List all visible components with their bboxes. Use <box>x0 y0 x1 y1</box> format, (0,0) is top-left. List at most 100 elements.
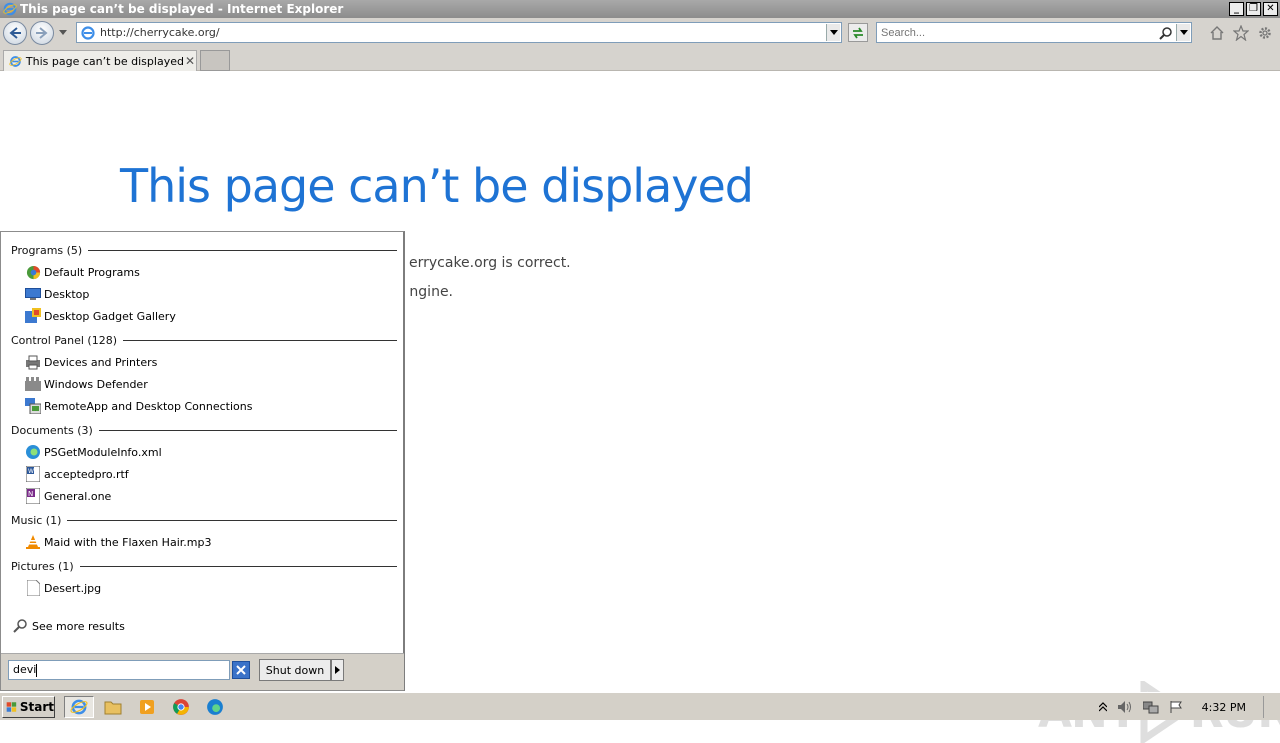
result-label: Maid with the Flaxen Hair.mp3 <box>44 535 212 549</box>
shutdown-button[interactable]: Shut down <box>259 659 331 681</box>
gadget-gallery-icon <box>25 308 41 324</box>
result-label: Desktop <box>44 287 90 301</box>
start-search-value: devi <box>13 663 37 676</box>
tools-button[interactable] <box>1256 24 1274 42</box>
edge-icon <box>207 699 223 715</box>
favorites-button[interactable] <box>1232 24 1250 42</box>
group-control-panel: Control Panel (128) <box>11 332 397 348</box>
see-more-label: See more results <box>32 619 125 633</box>
printer-icon <box>25 354 41 370</box>
refresh-icon <box>853 27 863 38</box>
tab-close-icon[interactable]: ✕ <box>184 54 196 68</box>
forward-button[interactable] <box>30 21 54 45</box>
history-dropdown[interactable] <box>57 27 69 39</box>
search-input[interactable] <box>877 26 1159 39</box>
taskbar-media-player[interactable] <box>132 696 162 718</box>
speaker-icon <box>1117 701 1131 713</box>
vlc-cone-icon <box>25 534 41 550</box>
search-icon <box>13 619 27 633</box>
result-remoteapp[interactable]: RemoteApp and Desktop Connections <box>25 397 252 415</box>
error-page-title: This page can’t be displayed <box>120 159 754 213</box>
taskbar-chrome[interactable] <box>166 696 196 718</box>
result-label: PSGetModuleInfo.xml <box>44 445 162 459</box>
start-menu: Programs (5) Default Programs Desktop De… <box>0 231 405 691</box>
search-provider-dropdown[interactable] <box>1176 24 1190 41</box>
chevron-down-icon <box>1179 29 1188 35</box>
search-box[interactable] <box>876 22 1192 43</box>
image-file-icon <box>25 580 41 596</box>
show-desktop-button[interactable] <box>1263 696 1275 718</box>
home-button[interactable] <box>1208 24 1226 42</box>
volume-button[interactable] <box>1117 700 1133 714</box>
group-pictures: Pictures (1) <box>11 558 397 574</box>
restore-button[interactable]: ❐ <box>1246 2 1261 16</box>
result-label: Windows Defender <box>44 377 148 391</box>
minimize-button[interactable]: _ <box>1229 2 1244 16</box>
result-label: acceptedpro.rtf <box>44 467 129 481</box>
taskbar-file-explorer[interactable] <box>98 696 128 718</box>
media-player-icon <box>140 700 154 714</box>
close-icon <box>236 665 246 675</box>
address-url[interactable]: http://cherrycake.org/ <box>100 26 826 39</box>
action-center-button[interactable] <box>1169 700 1183 714</box>
remoteapp-icon <box>25 398 41 414</box>
result-label: Devices and Printers <box>44 355 158 369</box>
result-acceptedpro[interactable]: W acceptedpro.rtf <box>25 465 129 483</box>
chevron-down-icon <box>829 29 838 35</box>
back-button[interactable] <box>3 21 27 45</box>
start-button[interactable]: Start <box>2 696 55 718</box>
taskbar-edge[interactable] <box>200 696 230 718</box>
windows-logo-icon <box>6 702 17 712</box>
internet-explorer-icon <box>3 2 17 16</box>
result-psgetmoduleinfo[interactable]: PSGetModuleInfo.xml <box>25 443 162 461</box>
shutdown-options-button[interactable] <box>331 659 344 681</box>
internet-explorer-icon <box>70 699 88 715</box>
result-maid-with-the-flaxen-hair[interactable]: Maid with the Flaxen Hair.mp3 <box>25 533 211 551</box>
svg-text:N: N <box>28 490 33 498</box>
refresh-button[interactable] <box>848 23 868 42</box>
edge-file-icon <box>25 444 41 460</box>
new-tab-button[interactable] <box>200 50 230 71</box>
word-document-icon: W <box>25 466 41 482</box>
clear-search-button[interactable] <box>232 661 250 679</box>
default-programs-icon <box>25 264 41 280</box>
command-icons <box>1208 24 1274 42</box>
result-desktop[interactable]: Desktop <box>25 285 89 303</box>
windows-defender-icon <box>25 376 41 392</box>
address-dropdown[interactable] <box>826 24 840 41</box>
result-label: General.one <box>44 489 112 503</box>
home-icon <box>1210 26 1224 40</box>
tab-label: This page can’t be displayed <box>25 54 184 68</box>
page-ie-icon <box>81 25 95 40</box>
group-label: Control Panel (128) <box>11 333 118 347</box>
window-title: This page can’t be displayed - Internet … <box>20 2 344 16</box>
taskbar-internet-explorer[interactable] <box>64 696 94 718</box>
result-general-one[interactable]: N General.one <box>25 487 111 505</box>
start-search-input[interactable]: devi <box>8 660 230 680</box>
show-hidden-icons-button[interactable] <box>1098 702 1107 712</box>
chevron-right-icon <box>335 666 340 674</box>
navigation-bar: http://cherrycake.org/ <box>0 18 1280 48</box>
result-devices-and-printers[interactable]: Devices and Printers <box>25 353 157 371</box>
search-icon[interactable] <box>1159 26 1173 40</box>
result-desert-jpg[interactable]: Desert.jpg <box>25 579 101 597</box>
group-label: Documents (3) <box>11 423 93 437</box>
onenote-icon: N <box>25 488 41 504</box>
see-more-results[interactable]: See more results <box>13 618 125 634</box>
network-button[interactable] <box>1142 700 1159 714</box>
back-arrow-icon <box>9 27 21 39</box>
result-default-programs[interactable]: Default Programs <box>25 263 140 281</box>
taskbar-clock[interactable]: 4:32 PM <box>1202 701 1246 714</box>
result-windows-defender[interactable]: Windows Defender <box>25 375 148 393</box>
group-label: Pictures (1) <box>11 559 74 573</box>
address-bar[interactable]: http://cherrycake.org/ <box>76 22 842 43</box>
close-window-button[interactable]: ✕ <box>1263 2 1278 16</box>
chevron-up-icon <box>1098 702 1107 712</box>
flag-icon <box>1170 701 1182 713</box>
tab-bar: This page can’t be displayed ✕ <box>0 48 1280 71</box>
result-desktop-gadget-gallery[interactable]: Desktop Gadget Gallery <box>25 307 176 325</box>
start-menu-footer: devi Shut down <box>1 653 404 690</box>
tab-error-page[interactable]: This page can’t be displayed ✕ <box>3 50 197 71</box>
star-icon <box>1233 25 1249 41</box>
group-documents: Documents (3) <box>11 422 397 438</box>
